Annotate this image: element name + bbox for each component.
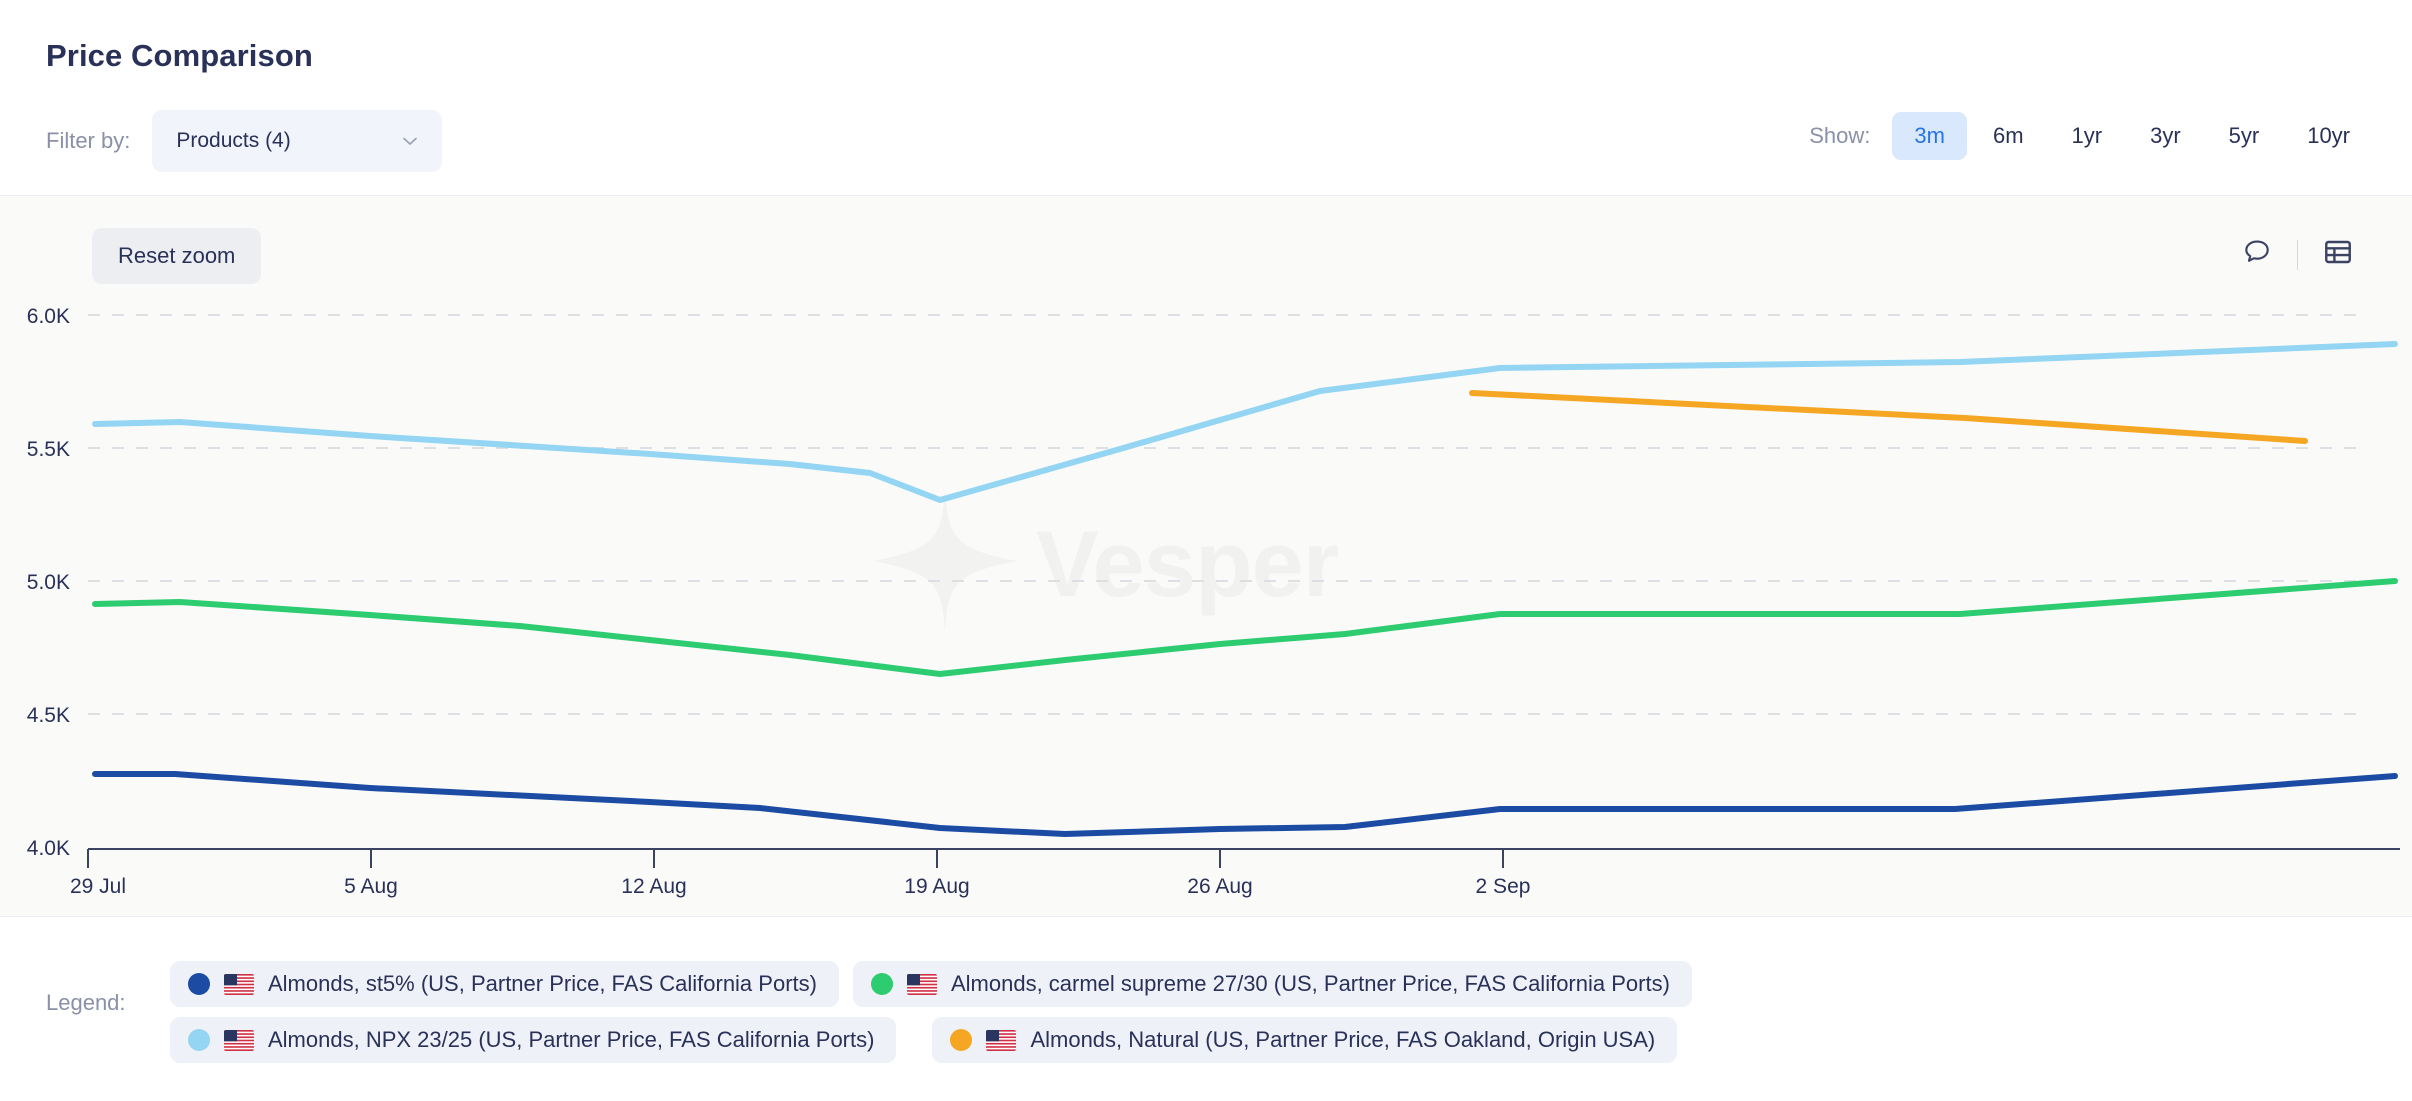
legend-item-label: Almonds, st5% (US, Partner Price, FAS Ca… — [268, 971, 817, 996]
y-axis-labels: 6.0K 5.5K 5.0K 4.5K 4.0K — [27, 305, 70, 860]
legend-item-carmel-supreme[interactable]: Almonds, carmel supreme 27/30 (US, Partn… — [852, 961, 1692, 1007]
svg-text:5.5K: 5.5K — [27, 438, 70, 461]
plot-area[interactable]: 6.0K 5.5K 5.0K 4.5K 4.0K 29 Jul 5 Aug 12… — [0, 196, 2412, 916]
show-label: Show: — [1809, 123, 1871, 148]
legend-items: Almonds, st5% (US, Partner Price, FAS Ca… — [170, 961, 1692, 1063]
us-flag-icon — [224, 1029, 254, 1051]
card-header: Price Comparison Filter by: Products (4)… — [0, 0, 2412, 196]
us-flag-icon — [906, 973, 937, 995]
svg-text:2 Sep: 2 Sep — [1476, 875, 1531, 898]
legend-item-label: Almonds, carmel supreme 27/30 (US, Partn… — [950, 971, 1670, 996]
us-flag-icon — [986, 1029, 1017, 1051]
range-button-5yr[interactable]: 5yr — [2207, 112, 2282, 160]
chevron-down-icon — [400, 131, 420, 151]
toolbar-divider — [2297, 239, 2298, 270]
range-button-10yr[interactable]: 10yr — [2285, 112, 2372, 160]
chart-tools — [2241, 236, 2354, 273]
filter-row: Filter by: Products (4) — [46, 110, 443, 172]
range-button-6m[interactable]: 6m — [1971, 112, 2046, 160]
legend-area: Legend: Almonds, st5% (US, Partner Price… — [0, 916, 2412, 1101]
series-line-st5[interactable] — [92, 771, 2398, 837]
table-grid-icon[interactable] — [2322, 236, 2354, 273]
x-axis — [87, 848, 2400, 868]
range-button-3yr[interactable]: 3yr — [2128, 112, 2203, 160]
comment-bubble-icon[interactable] — [2241, 236, 2273, 273]
reset-zoom-button[interactable]: Reset zoom — [92, 228, 262, 284]
svg-text:26 Aug: 26 Aug — [1187, 875, 1252, 898]
svg-text:4.5K: 4.5K — [27, 704, 70, 727]
range-button-3m[interactable]: 3m — [1892, 112, 1967, 160]
legend-label: Legend: — [46, 990, 126, 1015]
products-dropdown-value: Products (4) — [176, 129, 291, 152]
series-line-natural[interactable] — [1469, 390, 2308, 444]
svg-text:29 Jul: 29 Jul — [70, 875, 126, 898]
filter-by-label: Filter by: — [46, 128, 131, 153]
legend-color-dot — [870, 973, 893, 995]
legend-item-st5[interactable]: Almonds, st5% (US, Partner Price, FAS Ca… — [170, 961, 839, 1007]
series-line-carmel-supreme[interactable] — [92, 578, 2398, 677]
grid-lines — [88, 314, 2362, 715]
legend-item-natural[interactable]: Almonds, Natural (US, Partner Price, FAS… — [932, 1017, 1678, 1063]
legend-row-2: Almonds, NPX 23/25 (US, Partner Price, F… — [170, 1017, 1692, 1063]
price-comparison-card: Price Comparison Filter by: Products (4)… — [0, 0, 2412, 1101]
us-flag-icon — [224, 973, 254, 995]
page-title: Price Comparison — [46, 38, 313, 73]
legend-row-1: Almonds, st5% (US, Partner Price, FAS Ca… — [170, 961, 1692, 1007]
svg-text:6.0K: 6.0K — [27, 305, 70, 328]
time-range-selector: Show: 3m 6m 1yr 3yr 5yr 10yr — [1809, 112, 2374, 160]
legend-item-npx[interactable]: Almonds, NPX 23/25 (US, Partner Price, F… — [170, 1017, 897, 1063]
products-dropdown[interactable]: Products (4) — [152, 110, 443, 172]
svg-text:19 Aug: 19 Aug — [904, 875, 969, 898]
legend-color-dot — [188, 1029, 210, 1051]
svg-text:5 Aug: 5 Aug — [344, 875, 398, 898]
svg-text:4.0K: 4.0K — [27, 837, 70, 860]
legend-item-label: Almonds, NPX 23/25 (US, Partner Price, F… — [268, 1027, 875, 1052]
x-axis-labels: 29 Jul 5 Aug 12 Aug 19 Aug 26 Aug 2 Sep — [70, 875, 1530, 898]
svg-text:5.0K: 5.0K — [27, 571, 70, 594]
legend-color-dot — [950, 1029, 973, 1051]
svg-text:12 Aug: 12 Aug — [621, 875, 686, 898]
price-line-chart[interactable]: 6.0K 5.5K 5.0K 4.5K 4.0K 29 Jul 5 Aug 12… — [0, 196, 2412, 916]
legend-color-dot — [188, 973, 210, 995]
chart-panel: Vesper 6.0K 5.5K 5.0K 4.5K 4.0K 29 Jul 5… — [0, 196, 2412, 916]
legend-item-label: Almonds, Natural (US, Partner Price, FAS… — [1030, 1027, 1656, 1052]
range-button-1yr[interactable]: 1yr — [2050, 112, 2125, 160]
